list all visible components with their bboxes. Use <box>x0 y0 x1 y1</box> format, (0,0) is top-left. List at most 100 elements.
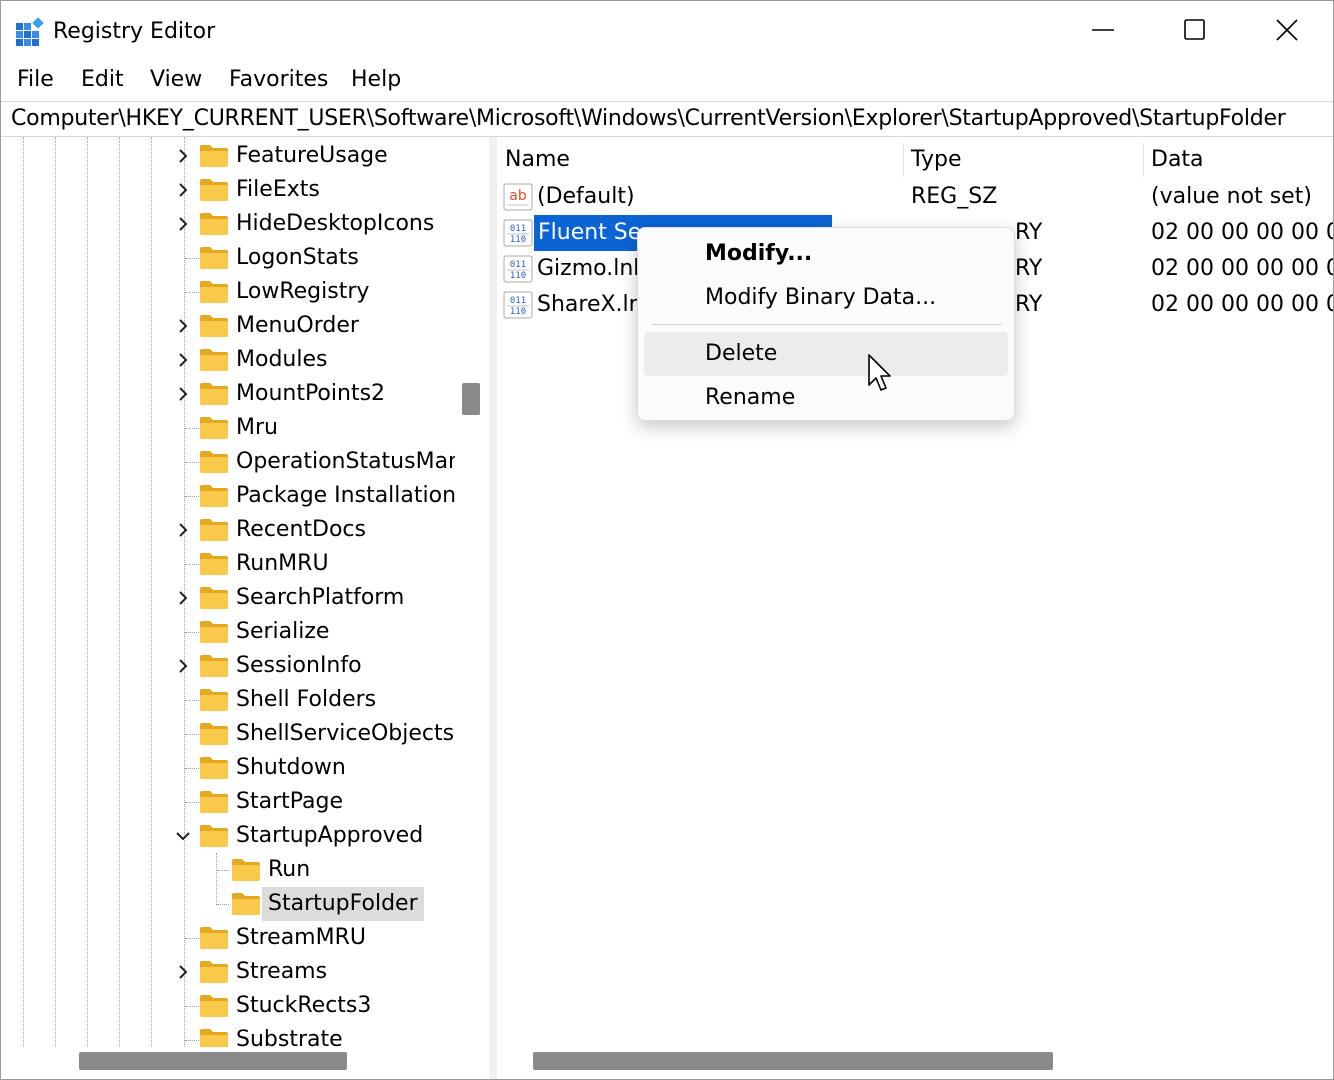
chevron-right-icon[interactable] <box>174 657 192 675</box>
context-menu-rename-label: Rename <box>705 385 796 410</box>
tree-item[interactable]: FileExts <box>1 173 461 207</box>
tree-item[interactable]: Shell Folders <box>1 683 461 717</box>
tree-vertical-scrollbar[interactable] <box>455 137 487 1047</box>
tree-item[interactable]: LowRegistry <box>1 275 461 309</box>
close-button[interactable] <box>1241 1 1333 59</box>
column-separator[interactable] <box>903 143 904 177</box>
minimize-button[interactable] <box>1057 1 1149 59</box>
column-header-data[interactable]: Data <box>1151 143 1204 177</box>
tree-item[interactable]: Serialize <box>1 615 461 649</box>
tree-item[interactable]: StuckRects3 <box>1 989 461 1023</box>
tree-horizontal-scroll-thumb[interactable] <box>79 1052 347 1070</box>
tree-horizontal-scrollbar[interactable] <box>1 1047 487 1077</box>
tree-vertical-scroll-thumb[interactable] <box>462 383 480 415</box>
address-bar[interactable]: Computer\HKEY_CURRENT_USER\Software\Micr… <box>1 101 1333 137</box>
tree-item[interactable]: RunMRU <box>1 547 461 581</box>
tree-item[interactable]: OperationStatusMan <box>1 445 462 479</box>
tree-item[interactable]: StartupApproved <box>1 819 461 853</box>
tree-item[interactable]: FeatureUsage <box>1 139 461 173</box>
tree-item-label: Substrate <box>236 1027 343 1047</box>
folder-icon <box>200 349 228 371</box>
column-separator[interactable] <box>1143 143 1144 177</box>
tree-item-label: ShellServiceObjects <box>236 721 455 746</box>
chevron-right-icon[interactable] <box>174 963 192 981</box>
tree-connector <box>217 870 229 871</box>
tree-item[interactable]: Run <box>1 853 461 887</box>
menu-view[interactable]: View <box>150 63 202 97</box>
tree-item[interactable]: StreamMRU <box>1 921 461 955</box>
tree-item-label: LogonStats <box>236 245 359 270</box>
list-horizontal-scrollbar[interactable] <box>497 1047 1333 1077</box>
tree-connector <box>185 292 199 293</box>
tree-connector <box>185 632 199 633</box>
menu-edit[interactable]: Edit <box>81 63 124 97</box>
column-header-name[interactable]: Name <box>505 143 570 177</box>
context-menu-delete[interactable]: Delete <box>644 332 1008 376</box>
context-menu-rename[interactable]: Rename <box>644 376 1008 420</box>
column-header-type[interactable]: Type <box>911 143 962 177</box>
chevron-down-icon[interactable] <box>174 827 192 845</box>
close-icon <box>1276 19 1298 41</box>
tree-item[interactable]: RecentDocs <box>1 513 461 547</box>
menu-file[interactable]: File <box>17 63 54 97</box>
folder-icon <box>200 587 228 609</box>
folder-icon <box>200 621 228 643</box>
chevron-right-icon[interactable] <box>174 147 192 165</box>
folder-icon <box>200 145 228 167</box>
title-bar[interactable]: Registry Editor <box>1 1 1333 61</box>
menu-favorites[interactable]: Favorites <box>229 63 328 97</box>
folder-icon <box>200 791 228 813</box>
tree-item[interactable]: SearchPlatform <box>1 581 461 615</box>
tree-item-label: Run <box>268 857 311 882</box>
svg-text:110: 110 <box>510 307 526 317</box>
tree-item[interactable]: MountPoints2 <box>1 377 461 411</box>
value-data: 02 00 00 00 00 00 <box>1151 220 1334 245</box>
tree-item[interactable]: ShellServiceObjects <box>1 717 461 751</box>
value-type: RY <box>1015 256 1043 281</box>
tree-item[interactable]: HideDesktopIcons <box>1 207 461 241</box>
binary-value-icon: 011110 <box>503 255 533 283</box>
context-menu-modify-binary[interactable]: Modify Binary Data... <box>644 276 1008 320</box>
svg-text:110: 110 <box>510 271 526 281</box>
list-horizontal-scroll-thumb[interactable] <box>533 1052 1053 1070</box>
svg-text:110: 110 <box>510 235 526 245</box>
value-name: ShareX.ln <box>537 292 643 317</box>
chevron-right-icon[interactable] <box>174 181 192 199</box>
tree-item[interactable]: StartPage <box>1 785 461 819</box>
svg-text:011: 011 <box>510 224 526 234</box>
minimize-icon <box>1092 29 1114 31</box>
chevron-right-icon[interactable] <box>174 215 192 233</box>
tree-item[interactable]: Substrate <box>1 1023 461 1047</box>
tree-item[interactable]: Streams <box>1 955 461 989</box>
tree-guide-line <box>216 853 217 905</box>
tree-item[interactable]: Package Installation <box>1 479 461 513</box>
folder-icon <box>200 417 228 439</box>
tree-item[interactable]: MenuOrder <box>1 309 461 343</box>
folder-icon <box>232 859 260 881</box>
chevron-right-icon[interactable] <box>174 385 192 403</box>
maximize-button[interactable] <box>1149 1 1241 59</box>
folder-icon <box>200 689 228 711</box>
folder-icon <box>200 281 228 303</box>
tree-connector <box>185 938 199 939</box>
chevron-right-icon[interactable] <box>174 351 192 369</box>
svg-text:011: 011 <box>510 260 526 270</box>
context-menu-modify[interactable]: Modify... <box>644 232 1008 276</box>
tree-item[interactable]: Mru <box>1 411 461 445</box>
value-row[interactable]: ab (Default) REG_SZ (value not set) <box>497 179 1333 215</box>
chevron-right-icon[interactable] <box>174 589 192 607</box>
tree-item[interactable]: Modules <box>1 343 461 377</box>
chevron-right-icon[interactable] <box>174 317 192 335</box>
tree-item[interactable]: SessionInfo <box>1 649 461 683</box>
address-path[interactable]: Computer\HKEY_CURRENT_USER\Software\Micr… <box>11 103 1286 135</box>
tree-connector <box>185 428 199 429</box>
key-tree[interactable]: FeatureUsage FileExts HideDesktopIcons Logo… <box>1 137 487 1047</box>
tree-item[interactable]: LogonStats <box>1 241 461 275</box>
folder-icon <box>200 383 228 405</box>
menu-help[interactable]: Help <box>351 63 401 97</box>
chevron-right-icon[interactable] <box>174 521 192 539</box>
tree-item[interactable]: StartupFolder <box>1 887 461 921</box>
pane-splitter[interactable] <box>489 137 497 1079</box>
folder-icon <box>200 757 228 779</box>
tree-item[interactable]: Shutdown <box>1 751 461 785</box>
